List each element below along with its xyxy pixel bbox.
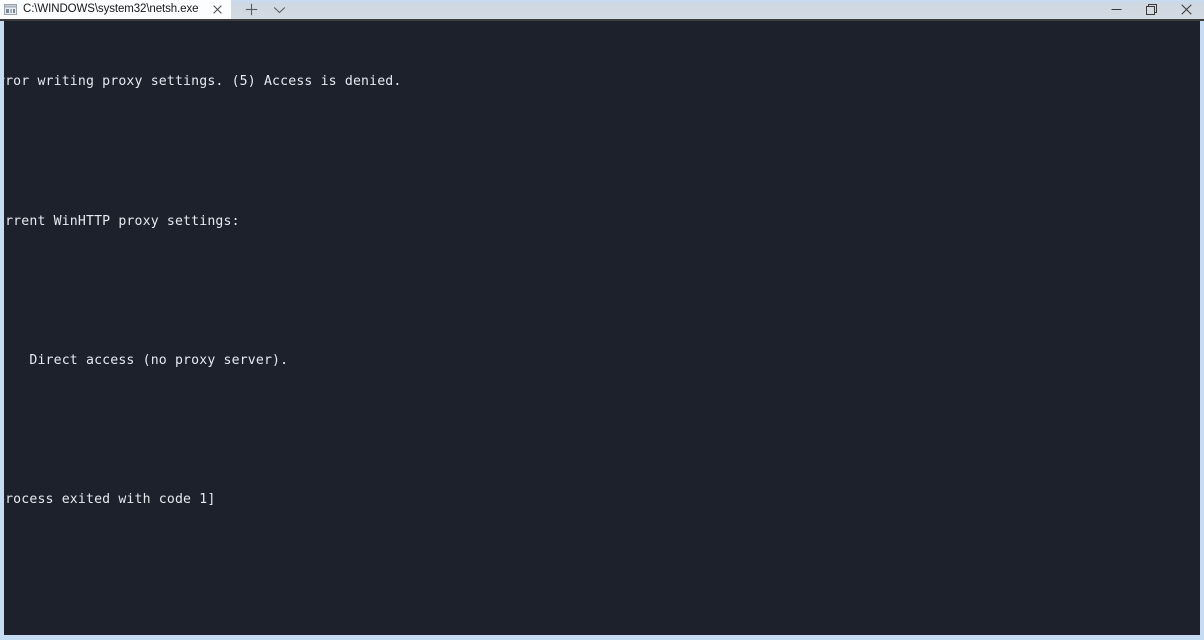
terminal-frame: rror writing proxy settings. (5) Access … bbox=[0, 21, 1204, 640]
tab-title: C:\WINDOWS\system32\netsh.exe bbox=[23, 3, 199, 15]
maximize-restore-button[interactable] bbox=[1134, 0, 1169, 19]
close-button[interactable] bbox=[1169, 0, 1204, 19]
terminal-line: urrent WinHTTP proxy settings: bbox=[4, 213, 240, 229]
terminal-line: Direct access (no proxy server). bbox=[4, 352, 289, 368]
minimize-button[interactable] bbox=[1099, 0, 1134, 19]
terminal-window: C:\WINDOWS\system32\netsh.exe rror writi… bbox=[0, 0, 1204, 640]
new-tab-button[interactable] bbox=[238, 0, 264, 19]
terminal-output: rror writing proxy settings. (5) Access … bbox=[4, 24, 1200, 635]
tab-close-icon[interactable] bbox=[207, 0, 227, 19]
title-bar: C:\WINDOWS\system32\netsh.exe bbox=[0, 0, 1204, 21]
console-icon bbox=[3, 3, 18, 16]
window-controls bbox=[1099, 0, 1204, 19]
terminal-surface[interactable]: rror writing proxy settings. (5) Access … bbox=[4, 21, 1200, 635]
terminal-line: process exited with code 1] bbox=[4, 491, 216, 507]
titlebar-drag-region bbox=[292, 0, 1099, 19]
tab-netsh[interactable]: C:\WINDOWS\system32\netsh.exe bbox=[0, 0, 232, 19]
chevron-down-icon[interactable] bbox=[266, 0, 292, 19]
terminal-line: rror writing proxy settings. (5) Access … bbox=[4, 74, 402, 90]
